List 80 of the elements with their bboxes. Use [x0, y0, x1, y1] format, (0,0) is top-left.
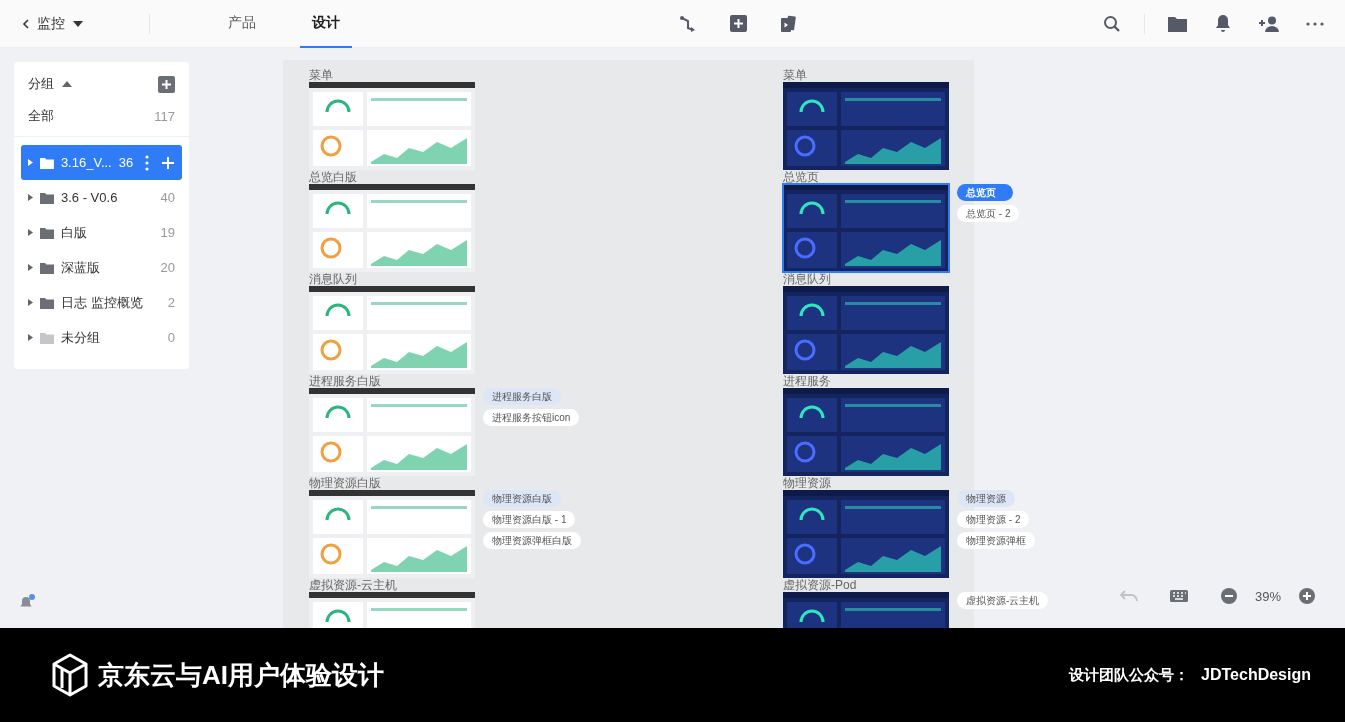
group-item[interactable]: 未分组 0 — [21, 320, 182, 355]
board-label: 总览白版 — [309, 170, 358, 184]
page-chip[interactable]: 虚拟资源-云主机 — [957, 592, 1049, 609]
dashboard-preview-drawing[interactable] — [783, 490, 949, 578]
folder-icon — [40, 296, 54, 309]
group-item[interactable]: 白版 19 — [21, 215, 182, 250]
page-chip[interactable]: 物理资源弹框 — [957, 532, 1035, 549]
dashboard-preview-drawing[interactable] — [309, 388, 475, 476]
add-group-icon[interactable] — [158, 75, 175, 93]
dashboard-preview-drawing[interactable] — [783, 388, 949, 476]
board-label: 虚拟资源-云主机 — [309, 578, 398, 592]
group-item[interactable]: 深蓝版 20 — [21, 250, 182, 285]
group-name: 日志 监控概览 — [61, 293, 144, 312]
page-chip[interactable]: 物理资源白版 — [483, 490, 561, 507]
logo-icon — [52, 653, 88, 697]
folder-icon — [40, 261, 54, 274]
board-label: 菜单 — [783, 68, 808, 82]
page-chip[interactable]: 物理资源弹框白版 — [483, 532, 581, 549]
page-chip[interactable]: 进程服务按钮icon — [483, 409, 580, 426]
dashboard-preview-drawing[interactable] — [783, 82, 949, 170]
group-item[interactable]: 3.6 - V0.6 40 — [21, 180, 182, 215]
account-name: JDTechDesign — [1201, 666, 1311, 684]
tab[interactable]: 产品 — [216, 0, 268, 48]
all-groups-item[interactable]: 全部 117 — [21, 96, 182, 136]
board-label: 菜单 — [309, 68, 334, 82]
item-count: 2 — [167, 295, 175, 310]
item-count: 20 — [160, 260, 175, 275]
group-item[interactable]: 日志 监控概览 2 — [21, 285, 182, 320]
zoom-level: 39% — [1254, 588, 1281, 604]
expand-icon[interactable] — [28, 299, 33, 306]
board-label: 总览页 — [783, 170, 820, 184]
item-count: 40 — [160, 190, 175, 205]
dashboard-preview-drawing[interactable] — [309, 490, 475, 578]
item-count: 36 — [118, 155, 134, 170]
expand-icon[interactable] — [28, 194, 33, 201]
board-label: 虚拟资源-Pod — [783, 578, 858, 592]
dashboard-preview-drawing[interactable] — [309, 286, 475, 374]
page-chip[interactable]: 物理资源 — [957, 490, 1015, 507]
expand-icon[interactable] — [28, 229, 33, 236]
item-count: 0 — [167, 330, 175, 345]
caret-icon — [73, 20, 83, 27]
folder-icon — [40, 191, 54, 204]
dashboard-preview-drawing[interactable] — [309, 184, 475, 272]
board-label: 进程服务 — [783, 374, 832, 388]
tab[interactable]: 设计 — [300, 0, 352, 48]
folder-icon — [40, 226, 54, 239]
board-label: 消息队列 — [783, 272, 832, 286]
notification-icon[interactable] — [20, 594, 36, 610]
board-label: 消息队列 — [309, 272, 358, 286]
group-name: 深蓝版 — [61, 258, 101, 277]
item-count: 117 — [154, 108, 175, 124]
group-name: 未分组 — [61, 328, 101, 347]
group-header[interactable]: 分组 — [28, 75, 72, 93]
board-label: 进程服务白版 — [309, 374, 382, 388]
account-label: 设计团队公众号： — [1069, 665, 1190, 685]
expand-icon[interactable] — [28, 334, 33, 341]
dashboard-preview-drawing[interactable] — [309, 82, 475, 170]
page-chip[interactable]: 进程服务白版 — [483, 388, 561, 405]
page-chip[interactable]: 物理资源白版 - 1 — [483, 511, 576, 528]
caret-icon — [62, 81, 72, 87]
page-chip[interactable]: 总览页 — [957, 184, 1013, 201]
expand-icon[interactable] — [28, 159, 33, 166]
board-label: 物理资源 — [783, 476, 832, 490]
group-name: 3.16_V... — [60, 155, 112, 170]
page-chip[interactable]: 总览页 - 2 — [957, 205, 1020, 222]
group-name: 白版 — [61, 223, 88, 242]
brand-name: 京东云与AI用户体验设计 — [98, 658, 384, 692]
page-chip[interactable]: 物理资源 - 2 — [957, 511, 1030, 528]
group-name: 3.6 - V0.6 — [61, 190, 119, 205]
folder-icon — [40, 331, 54, 344]
dashboard-preview-drawing[interactable] — [783, 286, 949, 374]
back-icon — [22, 18, 29, 29]
item-count: 19 — [160, 225, 175, 240]
back-button[interactable]: 监控 — [22, 14, 83, 33]
group-item[interactable]: 3.16_V... 36 — [21, 145, 182, 180]
all-label: 全部 — [28, 107, 54, 125]
folder-icon — [39, 156, 54, 169]
dashboard-preview-drawing[interactable] — [783, 184, 949, 272]
board-label: 物理资源白版 — [309, 476, 382, 490]
expand-icon[interactable] — [28, 264, 33, 271]
